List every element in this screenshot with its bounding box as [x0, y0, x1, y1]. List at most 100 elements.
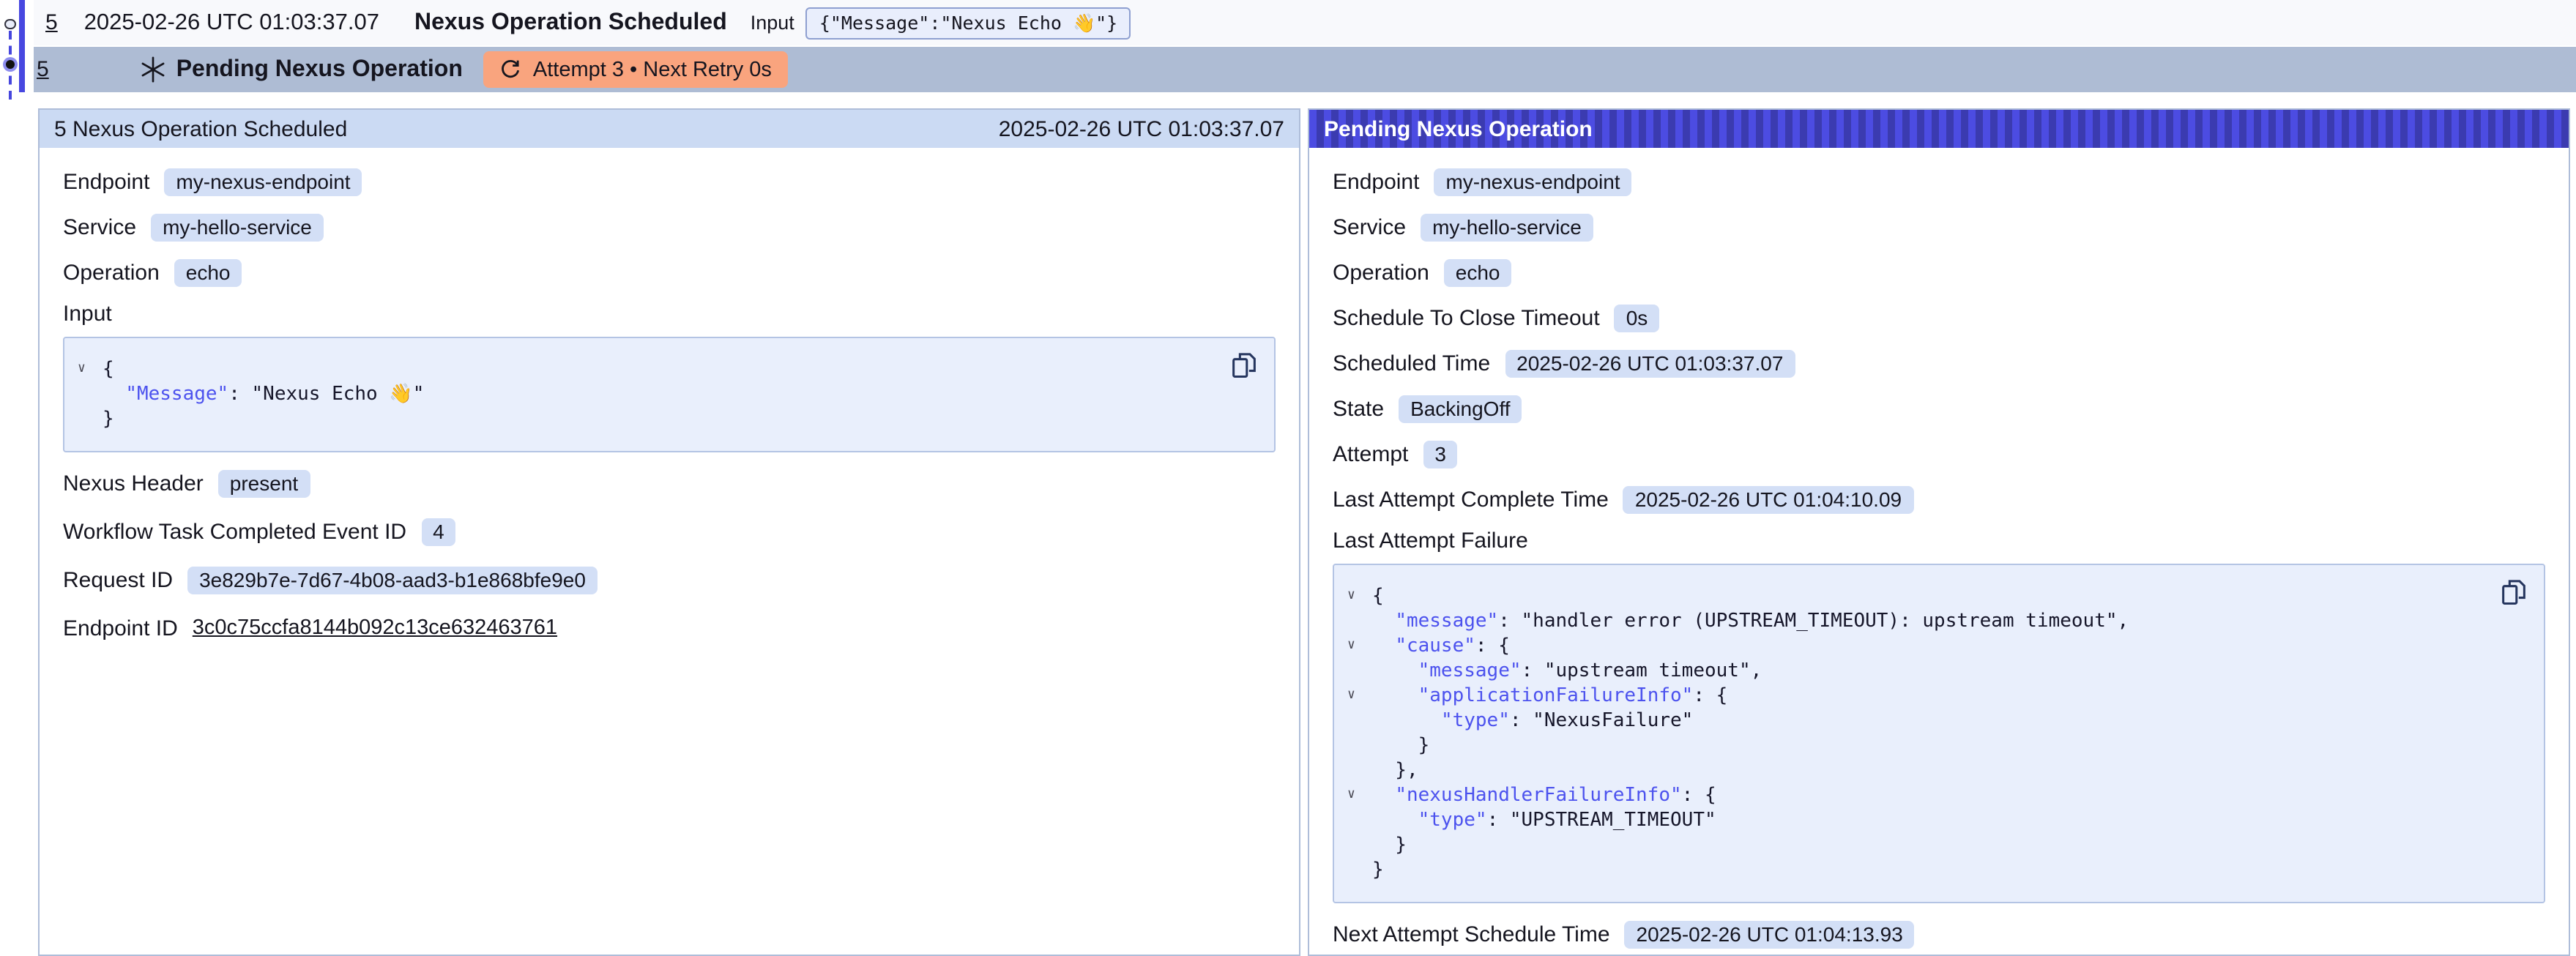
event-input-label: Input — [751, 12, 794, 34]
field-value-badge: echo — [1444, 258, 1512, 286]
field-row: Attempt 3 — [1333, 438, 2545, 470]
json-line: }, — [1372, 758, 2479, 783]
left-panel-time: 2025-02-26 UTC 01:03:37.07 — [999, 116, 1284, 141]
event-id-link[interactable]: 5 — [37, 57, 49, 82]
json-key: "type" — [1441, 710, 1510, 732]
event-title: Nexus Operation Scheduled — [414, 10, 727, 36]
field-value-link[interactable]: 3c0c75ccfa8144b092c13ce632463761 — [193, 616, 557, 640]
field-label: Endpoint — [1333, 169, 1419, 194]
field-row: Scheduled Time 2025-02-26 UTC 01:03:37.07 — [1333, 347, 2545, 379]
json-line: ∨ "nexusHandlerFailureInfo": { — [1372, 783, 2479, 808]
right-panel-header: Pending Nexus Operation — [1309, 110, 2569, 148]
event-row-pending-nexus-operation[interactable]: 5 Pending Nexus Operation Attempt 3 • Ne… — [34, 47, 2576, 92]
event-history-view: 5 2025-02-26 UTC 01:03:37.07 Nexus Opera… — [0, 0, 2576, 956]
json-line: } — [1372, 858, 2479, 883]
json-line: "message": "handler error (UPSTREAM_TIME… — [1372, 609, 2479, 634]
field-label: Next Attempt Schedule Time — [1333, 922, 1610, 946]
event-row-nexus-operation-scheduled[interactable]: 5 2025-02-26 UTC 01:03:37.07 Nexus Opera… — [34, 0, 2576, 45]
pending-event-title: Pending Nexus Operation — [176, 56, 463, 83]
field-label: Schedule To Close Timeout — [1333, 305, 1600, 330]
json-key: "message" — [1418, 660, 1522, 682]
field-value-badge: 3e829b7e-7d67-4b08-aad3-b1e868bfe9e0 — [187, 566, 598, 594]
left-panel-title: 5 Nexus Operation Scheduled — [54, 116, 347, 141]
panel-nexus-operation-scheduled: 5 Nexus Operation Scheduled 2025-02-26 U… — [38, 108, 1300, 956]
timeline-node-current-icon — [6, 60, 15, 69]
json-line: ∨{ — [1372, 584, 2479, 609]
event-id-link[interactable]: 5 — [45, 10, 58, 35]
json-line: ∨ "applicationFailureInfo": { — [1372, 684, 2479, 709]
field-value-badge: echo — [174, 258, 242, 286]
input-json-viewer: ∨{ "Message": "Nexus Echo 👋"} — [63, 337, 1276, 452]
retry-icon — [499, 59, 521, 81]
field-label: Endpoint ID — [63, 616, 178, 641]
field-label: Operation — [1333, 260, 1429, 285]
copy-icon[interactable] — [2500, 578, 2526, 605]
collapse-chevron-icon[interactable]: ∨ — [1347, 589, 1355, 603]
field-label: Attempt — [1333, 441, 1408, 466]
panel-pending-nexus-operation: Pending Nexus Operation Endpointmy-nexus… — [1308, 108, 2570, 956]
collapse-chevron-icon[interactable]: ∨ — [78, 362, 86, 376]
field-label: Workflow Task Completed Event ID — [63, 519, 406, 544]
json-key: "cause" — [1395, 635, 1475, 657]
field-label: Service — [63, 214, 136, 239]
field-row: Last Attempt Complete Time 2025-02-26 UTC… — [1333, 483, 2545, 515]
field-label: Nexus Header — [63, 471, 204, 496]
last-attempt-failure-json-viewer: ∨{ "message": "handler error (UPSTREAM_T… — [1333, 564, 2545, 903]
pending-asterisk-icon — [140, 56, 168, 83]
collapse-chevron-icon[interactable]: ∨ — [1347, 688, 1355, 703]
field-value-badge: my-hello-service — [1421, 213, 1593, 241]
field-row: Schedule To Close Timeout 0s — [1333, 302, 2545, 334]
collapse-chevron-icon[interactable]: ∨ — [1347, 638, 1355, 653]
copy-icon[interactable] — [1230, 351, 1257, 378]
json-line: } — [1372, 733, 2479, 758]
json-line: } — [1372, 833, 2479, 858]
json-key: "Message" — [125, 384, 228, 406]
input-section-label: Input — [63, 302, 1276, 326]
field-value-badge: my-nexus-endpoint — [164, 168, 362, 195]
collapse-chevron-icon[interactable]: ∨ — [1347, 788, 1355, 802]
field-row: Endpointmy-nexus-endpoint — [1333, 165, 2545, 198]
json-line: "message": "upstream timeout", — [1372, 659, 2479, 684]
field-row: Operation echo — [1333, 256, 2545, 288]
field-row: Service my-hello-service — [63, 211, 1276, 243]
field-value-badge: 4 — [421, 518, 456, 545]
field-label: State — [1333, 396, 1384, 421]
json-key: "type" — [1418, 810, 1487, 832]
timeline-active-bar — [19, 0, 25, 92]
field-value-badge: 3 — [1423, 440, 1458, 468]
field-label: Scheduled Time — [1333, 351, 1490, 376]
last-attempt-failure-label: Last Attempt Failure — [1333, 529, 2545, 553]
json-line: } — [103, 407, 1210, 432]
field-row: Endpoint my-nexus-endpoint — [63, 165, 1276, 198]
event-timestamp: 2025-02-26 UTC 01:03:37.07 — [84, 10, 379, 36]
field-value-badge: 2025-02-26 UTC 01:04:13.93 — [1625, 920, 1915, 948]
field-row: Operation echo — [63, 256, 1276, 288]
field-label: Last Attempt Complete Time — [1333, 487, 1609, 512]
left-panel-header: 5 Nexus Operation Scheduled 2025-02-26 U… — [40, 110, 1299, 148]
field-value-badge: BackingOff — [1399, 395, 1522, 422]
field-value-badge: my-hello-service — [151, 213, 324, 241]
field-label: Request ID — [63, 567, 173, 592]
json-line: "Message": "Nexus Echo 👋" — [103, 382, 1210, 407]
field-label: Operation — [63, 260, 160, 285]
detail-panels: 5 Nexus Operation Scheduled 2025-02-26 U… — [38, 108, 2570, 956]
field-row: State BackingOff — [1333, 392, 2545, 425]
json-key: "applicationFailureInfo" — [1418, 685, 1694, 707]
json-line: ∨{ — [103, 357, 1210, 382]
json-key: "nexusHandlerFailureInfo" — [1395, 785, 1681, 807]
field-row: Nexus Header present — [63, 467, 1276, 499]
field-value-badge: 2025-02-26 UTC 01:04:10.09 — [1623, 485, 1913, 513]
json-line: "type": "NexusFailure" — [1372, 709, 2479, 733]
field-value-badge: 0s — [1615, 304, 1660, 332]
field-row: Next Attempt Schedule Time 2025-02-26 UTC… — [1333, 918, 2545, 950]
field-value-badge: 2025-02-26 UTC 01:03:37.07 — [1505, 349, 1795, 377]
field-label: Service — [1333, 214, 1406, 239]
json-line: "type": "UPSTREAM_TIMEOUT" — [1372, 808, 2479, 833]
right-panel-title: Pending Nexus Operation — [1324, 116, 1593, 141]
field-row: Service my-hello-service — [1333, 211, 2545, 243]
field-label: Endpoint — [63, 169, 149, 194]
json-key: "message" — [1395, 610, 1498, 632]
event-input-value-badge: {"Message":"Nexus Echo 👋"} — [806, 7, 1131, 39]
field-value-badge: present — [218, 469, 310, 497]
json-line: ∨ "cause": { — [1372, 634, 2479, 659]
